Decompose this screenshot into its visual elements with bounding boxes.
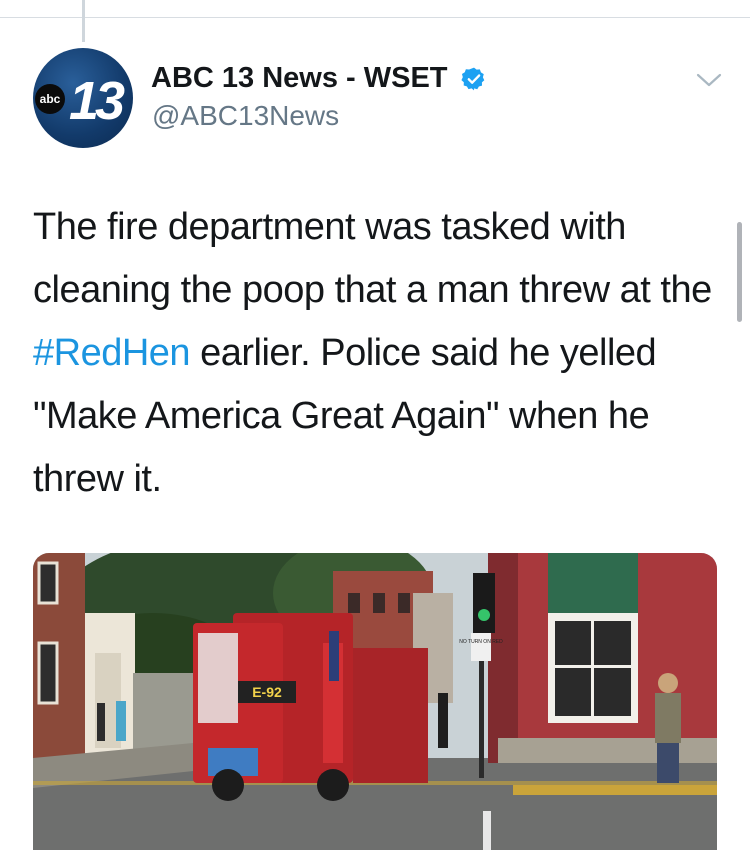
verified-badge-icon [461,67,485,91]
tweet-text: The fire department was tasked with clea… [33,196,723,511]
tweet-photo[interactable]: E-92 NO TURN ON RED [33,553,717,850]
chevron-down-icon[interactable] [696,70,722,90]
hashtag-link[interactable]: #RedHen [33,332,191,374]
photo-scene: E-92 NO TURN ON RED [33,553,717,850]
display-name[interactable]: ABC 13 News - WSET [151,62,448,95]
truck-plate: E-92 [252,684,282,700]
abc-logo-icon: abc [35,84,65,114]
avatar-number: 13 [69,71,125,131]
scrollbar[interactable] [737,222,742,322]
handle[interactable]: @ABC13News [152,100,339,132]
tweet-text-part1: The fire department was tasked with clea… [33,206,712,311]
thread-connector-line [82,0,85,42]
avatar[interactable]: abc 13 [33,48,133,148]
top-divider [0,17,750,18]
no-turn-sign: NO TURN ON RED [459,639,503,645]
